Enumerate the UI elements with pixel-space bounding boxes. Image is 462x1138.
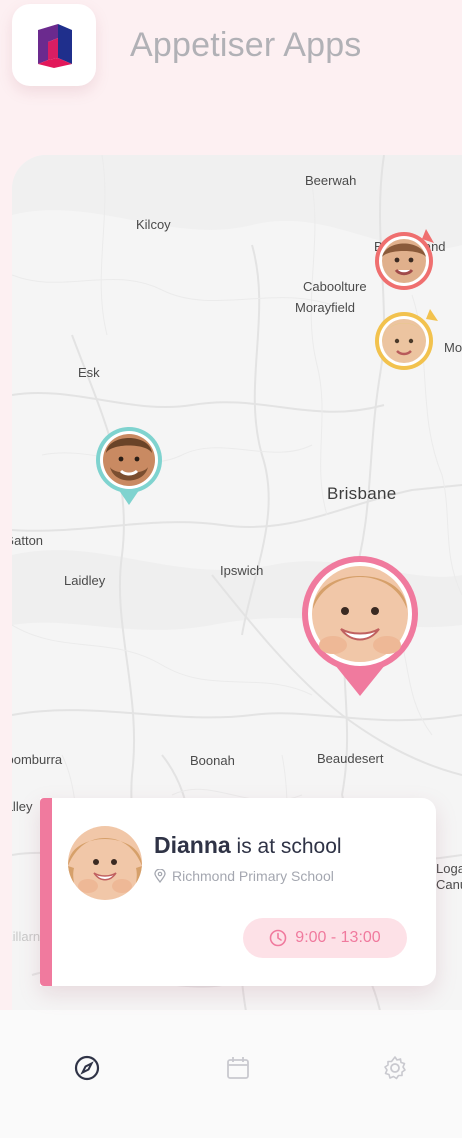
time-range: 9:00 - 13:00: [295, 929, 381, 946]
status-card-accent: [40, 798, 52, 986]
map-label-canungra: Canungra: [436, 877, 462, 892]
map-marker-adult-teal[interactable]: [94, 423, 164, 509]
map-marker-child-red[interactable]: [372, 227, 442, 297]
map-marker-dianna[interactable]: [299, 553, 421, 699]
status-card[interactable]: Dianna is at school Richmond Primary Sch…: [40, 798, 436, 986]
status-location: Richmond Primary School: [154, 868, 334, 884]
gear-icon: [384, 1056, 406, 1080]
map-marker-child-yellow[interactable]: [372, 307, 444, 373]
nav-calendar[interactable]: [218, 1048, 258, 1088]
map-label-laidley: Laidley: [64, 573, 106, 588]
map-label-morayfield: Morayfield: [295, 300, 355, 315]
clock-icon: [269, 929, 287, 947]
calendar-icon: [227, 1057, 249, 1079]
map-label-esk: Esk: [78, 365, 100, 380]
app-title: Appetiser Apps: [130, 26, 362, 64]
map-label-gatton: Gatton: [12, 533, 44, 548]
status-title: Dianna is at school: [154, 832, 342, 859]
status-text: is at school: [230, 835, 342, 858]
app-header: Appetiser Apps: [0, 0, 462, 100]
map-label-beaudesert: Beaudesert: [317, 751, 384, 766]
map-label-moreton: Moreton: [444, 340, 462, 355]
location-text: Richmond Primary School: [172, 868, 334, 884]
map-label-boonah: Boonah: [190, 753, 235, 768]
nav-explore[interactable]: [67, 1048, 107, 1088]
map-label-toomburra: Toomburra: [12, 752, 63, 767]
appetiser-logo-icon: [38, 24, 72, 68]
map-label-caboolture: Caboolture: [303, 279, 367, 294]
avatar: [68, 826, 142, 900]
map-card: Beerwah Kilcoy Bribie Island Caboolture …: [12, 155, 462, 1138]
time-badge[interactable]: 9:00 - 13:00: [243, 918, 407, 958]
map-label-ipswich: Ipswich: [220, 563, 264, 578]
map-label-beerwah: Beerwah: [305, 173, 357, 188]
map-label-valley: Valley: [12, 799, 33, 814]
map-label-logan: Logan: [436, 861, 462, 876]
nav-settings[interactable]: [375, 1048, 415, 1088]
location-pin-icon: [154, 869, 166, 883]
app-icon[interactable]: [12, 4, 96, 86]
child-name: Dianna: [154, 832, 231, 858]
map-label-brisbane: Brisbane: [327, 484, 397, 503]
compass-icon: [74, 1055, 100, 1081]
map-label-kilcoy: Kilcoy: [136, 217, 171, 232]
